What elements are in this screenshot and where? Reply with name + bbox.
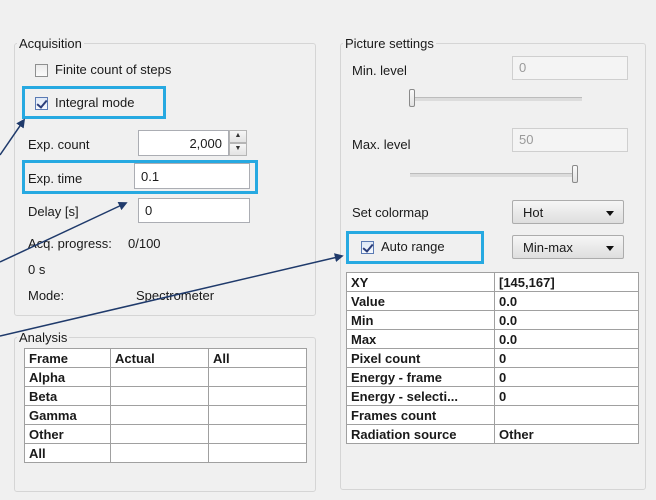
- max-level-slider-thumb[interactable]: [572, 165, 578, 183]
- stat-value: 0: [494, 367, 639, 387]
- max-level-value: 50: [519, 132, 534, 147]
- analysis-row-label: Beta: [24, 386, 111, 406]
- stat-value: 0.0: [494, 329, 639, 349]
- colormap-value: Hot: [523, 205, 544, 220]
- analysis-col-all: All: [208, 348, 307, 368]
- acq-progress-value: 0/100: [128, 236, 161, 251]
- integral-mode-label[interactable]: Integral mode: [55, 95, 135, 110]
- max-level-label: Max. level: [352, 137, 411, 152]
- stat-key: Radiation source: [346, 424, 495, 444]
- stat-value: [145,167]: [494, 272, 639, 292]
- mode-label: Mode:: [28, 288, 65, 303]
- min-level-slider-thumb[interactable]: [409, 89, 415, 107]
- finite-steps-label[interactable]: Finite count of steps: [55, 62, 171, 77]
- stat-value: Other: [494, 424, 639, 444]
- analysis-row-label: Alpha: [24, 367, 111, 387]
- table-row: Gamma: [24, 405, 307, 425]
- stat-value: 0: [494, 386, 639, 406]
- min-level-slider-track[interactable]: [412, 97, 582, 101]
- analysis-cell: [110, 424, 209, 444]
- stat-key: Value: [346, 291, 495, 311]
- table-row: Beta: [24, 386, 307, 406]
- exp-count-down-button[interactable]: ▼: [229, 143, 247, 156]
- analysis-header-row: Frame Actual All: [24, 348, 307, 368]
- exp-time-input[interactable]: 0.1: [134, 163, 250, 189]
- acquisition-title: Acquisition: [19, 36, 82, 51]
- analysis-title: Analysis: [19, 330, 68, 345]
- table-row: Value 0.0: [346, 291, 639, 311]
- stat-value: 0: [494, 348, 639, 368]
- exp-count-input[interactable]: 2,000: [138, 130, 229, 156]
- analysis-row-label: All: [24, 443, 111, 463]
- table-row: Min 0.0: [346, 310, 639, 330]
- stat-key: Energy - frame: [346, 367, 495, 387]
- table-row: Radiation source Other: [346, 424, 639, 444]
- exp-count-up-button[interactable]: ▲: [229, 130, 247, 143]
- stat-key: Frames count: [346, 405, 495, 425]
- max-level-input[interactable]: 50: [512, 128, 628, 152]
- table-row: All: [24, 443, 307, 463]
- exp-count-value: 2,000: [189, 136, 222, 151]
- table-row: Other: [24, 424, 307, 444]
- integral-mode-checkbox[interactable]: [35, 97, 48, 110]
- analysis-cell: [208, 443, 307, 463]
- analysis-cell: [110, 443, 209, 463]
- exp-count-label: Exp. count: [28, 137, 90, 152]
- stat-value: 0.0: [494, 310, 639, 330]
- auto-range-label[interactable]: Auto range: [381, 239, 445, 254]
- table-row: Energy - selecti... 0: [346, 386, 639, 406]
- mode-value: Spectrometer: [136, 288, 215, 303]
- min-level-input[interactable]: 0: [512, 56, 628, 80]
- stat-value: [494, 405, 639, 425]
- stat-key: Pixel count: [346, 348, 495, 368]
- auto-range-checkbox[interactable]: [361, 241, 374, 254]
- colormap-select[interactable]: Hot: [512, 200, 624, 224]
- chevron-down-icon: [606, 246, 614, 251]
- max-level-slider-track[interactable]: [410, 173, 578, 177]
- analysis-cell: [208, 386, 307, 406]
- analysis-cell: [110, 386, 209, 406]
- exp-time-label: Exp. time: [28, 171, 83, 186]
- analysis-cell: [110, 367, 209, 387]
- exp-time-value: 0.1: [141, 169, 160, 184]
- chevron-down-icon: [606, 211, 614, 216]
- table-row: Pixel count 0: [346, 348, 639, 368]
- table-row: Alpha: [24, 367, 307, 387]
- stat-key: Max: [346, 329, 495, 349]
- stat-key: Min: [346, 310, 495, 330]
- table-row: Energy - frame 0: [346, 367, 639, 387]
- analysis-col-frame: Frame: [24, 348, 111, 368]
- analysis-cell: [110, 405, 209, 425]
- analysis-cell: [208, 405, 307, 425]
- delay-label: Delay [s]: [28, 204, 79, 219]
- range-mode-select[interactable]: Min-max: [512, 235, 624, 259]
- table-row: Max 0.0: [346, 329, 639, 349]
- stat-key: XY: [346, 272, 495, 292]
- delay-input[interactable]: 0: [138, 198, 250, 223]
- analysis-row-label: Gamma: [24, 405, 111, 425]
- min-level-value: 0: [519, 60, 527, 75]
- elapsed-time: 0 s: [28, 262, 46, 277]
- colormap-label: Set colormap: [352, 205, 429, 220]
- stat-value: 0.0: [494, 291, 639, 311]
- min-level-label: Min. level: [352, 63, 407, 78]
- analysis-cell: [208, 367, 307, 387]
- table-row: XY [145,167]: [346, 272, 639, 292]
- analysis-col-actual: Actual: [110, 348, 209, 368]
- analysis-cell: [208, 424, 307, 444]
- acq-progress-label: Acq. progress:: [28, 236, 112, 251]
- stat-key: Energy - selecti...: [346, 386, 495, 406]
- delay-value: 0: [145, 203, 153, 218]
- picture-settings-title: Picture settings: [345, 36, 434, 51]
- stats-table: XY [145,167] Value 0.0 Min 0.0 Max 0.0 P…: [346, 272, 639, 444]
- finite-steps-checkbox[interactable]: [35, 64, 48, 77]
- analysis-row-label: Other: [24, 424, 111, 444]
- range-mode-value: Min-max: [523, 240, 573, 255]
- table-row: Frames count: [346, 405, 639, 425]
- analysis-table: Frame Actual All Alpha Beta Gamma Other …: [24, 348, 307, 463]
